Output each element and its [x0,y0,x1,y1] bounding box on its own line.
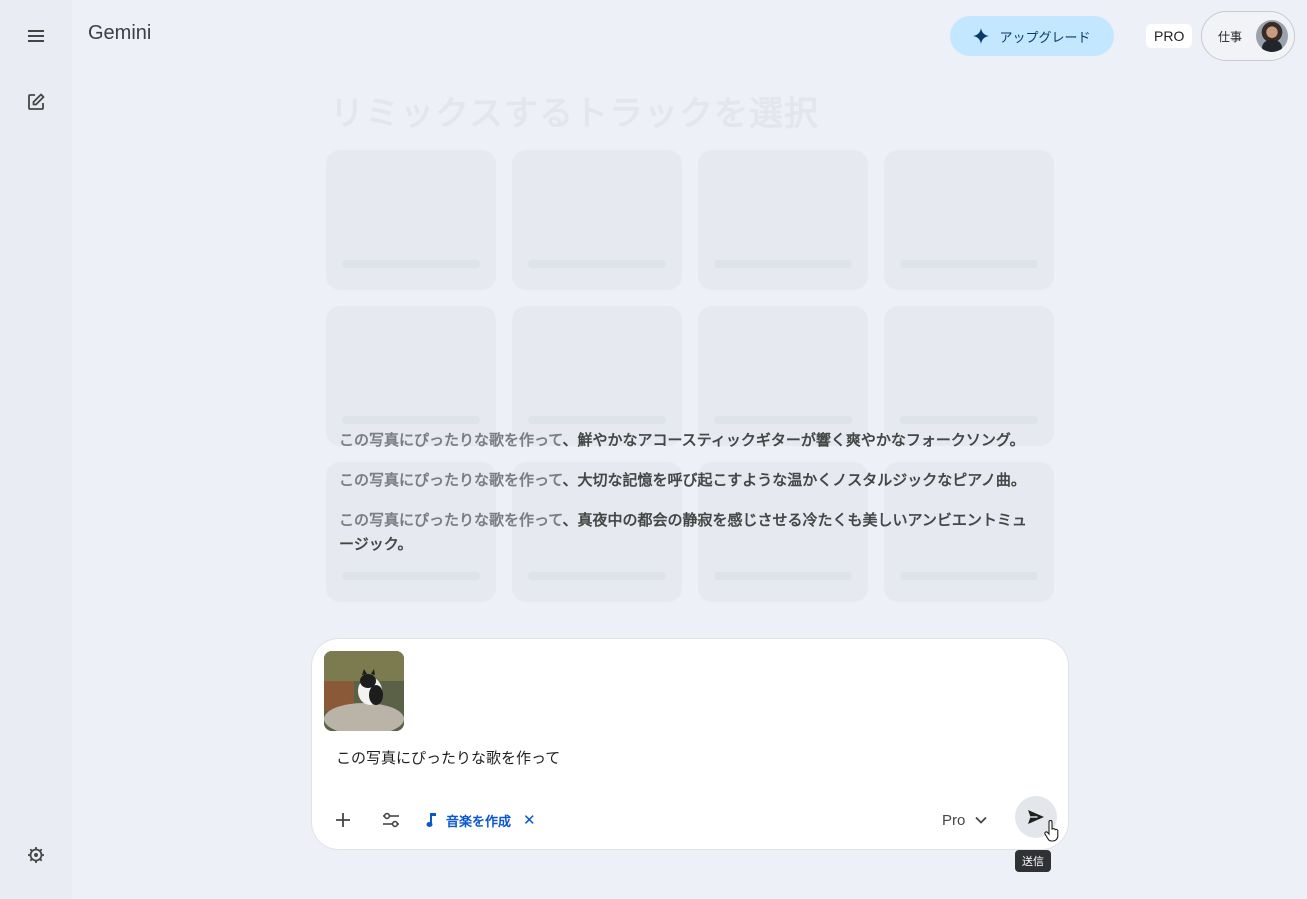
cat-photo [324,651,404,731]
track-tile [698,306,868,446]
prompt-composer: この写真にぴったりな歌を作って 音楽を作成 ✕ Pro [311,638,1069,850]
suggestion-text: 、鮮やかなアコースティックギターが響く爽やかなフォークソング。 [562,431,1025,449]
track-tile [884,306,1054,446]
add-attachment-button[interactable] [326,803,360,837]
create-music-label: 音楽を作成 [446,814,512,830]
attached-image-thumbnail[interactable] [324,651,404,731]
menu-icon [28,30,44,42]
gallery-title: リミックスするトラックを選択 [330,94,819,134]
send-tooltip: 送信 [1015,850,1051,872]
account-button[interactable]: 仕事 [1201,11,1295,61]
suggestion-item[interactable]: この写真にぴったりな歌を作って、鮮やかなアコースティックギターが響く爽やかなフォ… [339,428,1039,452]
track-tile [512,306,682,446]
menu-button[interactable] [20,20,52,52]
chevron-down-icon [975,816,987,824]
sparkle-icon [973,28,990,44]
gear-icon [28,847,44,863]
settings-button[interactable] [20,839,52,871]
suggestion-prefix: この写真にぴったりな歌を作って [339,511,563,529]
avatar [1256,20,1288,52]
track-tile [512,150,682,290]
suggestion-list: この写真にぴったりな歌を作って、鮮やかなアコースティックギターが響く爽やかなフォ… [339,428,1039,572]
track-tile [326,306,496,446]
pointer-cursor-icon [1044,820,1059,842]
app-title[interactable]: Gemini [88,22,151,45]
suggestion-prefix: この写真にぴったりな歌を作って [339,471,563,489]
music-note-icon [426,813,436,827]
upgrade-label: アップグレード [999,30,1091,46]
model-selector[interactable]: Pro [942,805,987,835]
tools-button[interactable] [374,803,408,837]
tune-icon [383,812,399,828]
account-label: 仕事 [1218,29,1243,44]
suggestion-item[interactable]: この写真にぴったりな歌を作って、真夜中の都会の静寂を感じさせる冷たくも美しいアン… [339,508,1039,556]
send-icon [1028,810,1044,824]
new-chat-button[interactable] [20,86,52,118]
track-tile [698,150,868,290]
side-rail [0,0,72,899]
close-icon[interactable]: ✕ [523,811,536,829]
model-label: Pro [942,811,966,829]
plus-icon [336,813,350,827]
edit-icon [28,93,45,110]
create-music-chip[interactable]: 音楽を作成 ✕ [426,805,536,835]
suggestion-item[interactable]: この写真にぴったりな歌を作って、大切な記憶を呼び起こすような温かくノスタルジック… [339,468,1039,492]
upgrade-button[interactable]: アップグレード [950,16,1114,56]
track-tile [884,150,1054,290]
suggestion-text: 、大切な記憶を呼び起こすような温かくノスタルジックなピアノ曲。 [562,471,1026,489]
suggestion-prefix: この写真にぴったりな歌を作って [339,431,563,449]
pro-badge: PRO [1146,24,1193,48]
prompt-input[interactable]: この写真にぴったりな歌を作って [336,747,560,768]
track-tile [326,150,496,290]
